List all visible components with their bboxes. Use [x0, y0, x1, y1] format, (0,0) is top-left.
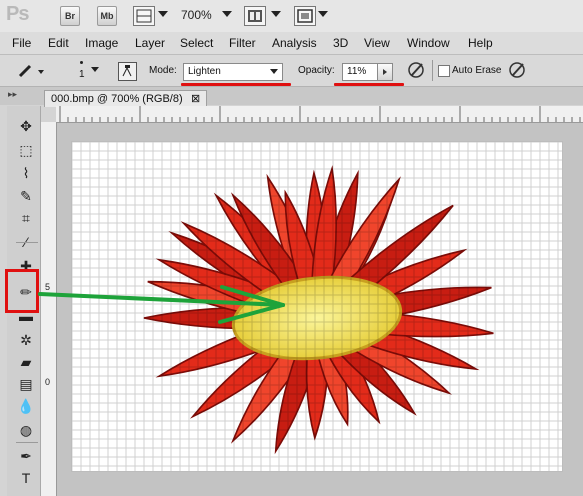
screen-mode-button[interactable] [294, 6, 316, 26]
application-bar: Ps Br Mb 700% [0, 0, 583, 33]
menu-bar: File Edit Image Layer Select Filter Anal… [0, 32, 583, 55]
mode-value: Lighten [188, 66, 221, 77]
opacity-value: 11% [347, 66, 367, 77]
tablet-pressure-opacity-toggle[interactable] [406, 60, 426, 80]
pencil-highlight-annotation [5, 269, 39, 313]
chevron-down-icon[interactable] [222, 11, 232, 17]
vertical-ruler: 5 0 [41, 122, 57, 496]
gradient-tool-icon[interactable]: ▤ [16, 374, 36, 394]
chevron-down-icon[interactable] [318, 11, 328, 17]
brush-panel-toggle[interactable] [118, 62, 137, 81]
collapse-panel-icon[interactable]: ▸▸ [8, 89, 17, 100]
pencil-preset-icon [18, 64, 44, 78]
screen-mode-icon [297, 9, 313, 23]
minibridge-button[interactable]: Mb [97, 6, 117, 26]
brush-size: 1 [79, 69, 85, 80]
photoshop-logo: Ps [6, 3, 29, 25]
tablet-pressure-size-toggle[interactable] [507, 60, 527, 80]
brush-panel-icon [122, 65, 132, 77]
pen-tool-icon[interactable]: ✒ [16, 446, 36, 466]
ruler-mark: 0 [45, 377, 51, 387]
menu-window[interactable]: Window [407, 36, 450, 50]
flower-image [72, 142, 562, 471]
opacity-input[interactable]: 11% [342, 63, 378, 81]
grid-icon [136, 9, 152, 23]
brush-dot-icon [80, 61, 83, 64]
menu-layer[interactable]: Layer [135, 36, 165, 50]
ruler-ticks [59, 106, 581, 122]
auto-erase-checkbox[interactable] [438, 65, 450, 77]
chevron-down-icon[interactable] [271, 11, 281, 17]
tool-options-bar: 1 Mode: Lighten Opacity: 11% Auto Erase [0, 55, 583, 87]
chevron-down-icon[interactable] [158, 11, 168, 17]
tool-preset-picker[interactable] [14, 62, 48, 80]
layout-icon [248, 10, 262, 22]
menu-file[interactable]: File [12, 36, 31, 50]
lasso-tool-icon[interactable]: ⌇ [16, 163, 36, 183]
close-icon[interactable]: ⊠ [191, 91, 200, 107]
chevron-down-icon[interactable] [91, 67, 99, 72]
arrange-documents-button[interactable] [244, 6, 266, 26]
menu-select[interactable]: Select [180, 36, 213, 50]
zoom-level[interactable]: 700% [181, 8, 212, 22]
type-tool-icon[interactable]: T [16, 468, 36, 488]
crop-tool-icon[interactable]: ⌗ [16, 208, 36, 228]
mode-underline-annotation [181, 83, 291, 86]
toolbox-divider [16, 242, 38, 243]
menu-filter[interactable]: Filter [229, 36, 256, 50]
pressure-icon [408, 62, 424, 78]
opacity-label: Opacity: [298, 65, 335, 76]
mode-select[interactable]: Lighten [183, 63, 283, 81]
menu-view[interactable]: View [364, 36, 390, 50]
opacity-slider-button[interactable] [377, 63, 393, 81]
chevron-down-icon [270, 69, 278, 74]
menu-edit[interactable]: Edit [48, 36, 69, 50]
menu-help[interactable]: Help [468, 36, 493, 50]
toolbox-divider [16, 442, 38, 443]
eraser-tool-icon[interactable]: ▰ [16, 352, 36, 372]
horizontal-ruler [56, 106, 583, 123]
dodge-tool-icon[interactable]: ◍ [16, 420, 36, 440]
marquee-tool-icon[interactable]: ⬚ [16, 140, 36, 160]
ruler-mark: 5 [45, 282, 51, 292]
pressure-icon [509, 62, 525, 78]
document-tab[interactable]: 000.bmp @ 700% (RGB/8) ⊠ [44, 90, 207, 107]
menu-3d[interactable]: 3D [333, 36, 348, 50]
options-divider [432, 60, 433, 81]
brush-preset-picker[interactable]: 1 [68, 58, 102, 84]
blur-tool-icon[interactable]: 💧 [16, 396, 36, 416]
bridge-button[interactable]: Br [60, 6, 80, 26]
menu-analysis[interactable]: Analysis [272, 36, 317, 50]
opacity-underline-annotation [334, 83, 404, 86]
mode-label: Mode: [149, 65, 177, 76]
document-canvas[interactable] [71, 141, 563, 472]
menu-image[interactable]: Image [85, 36, 118, 50]
move-tool-icon[interactable]: ✥ [16, 116, 36, 136]
history-brush-tool-icon[interactable]: ✲ [16, 330, 36, 350]
document-tab-title: 000.bmp @ 700% (RGB/8) [51, 93, 183, 105]
quick-select-tool-icon[interactable]: ✎ [16, 186, 36, 206]
chevron-right-icon [383, 69, 387, 75]
auto-erase-label[interactable]: Auto Erase [452, 65, 501, 76]
view-extras-button[interactable] [133, 6, 155, 26]
